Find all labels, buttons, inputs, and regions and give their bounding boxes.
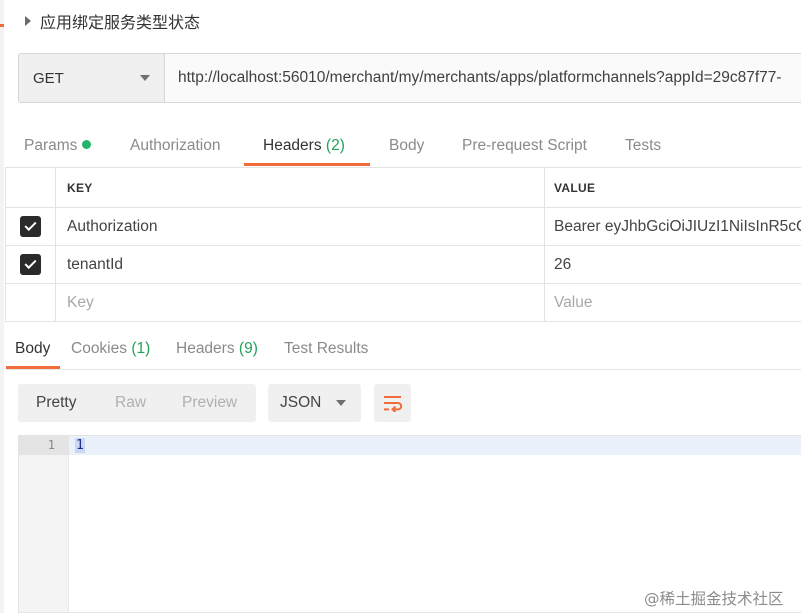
tab-body-label: Body — [389, 137, 425, 154]
method-select[interactable]: GET — [19, 54, 165, 102]
left-panel-edge — [0, 0, 4, 613]
tab-cookies[interactable]: Cookies (1) — [71, 330, 150, 370]
tab-response-body-label: Body — [15, 340, 51, 357]
status-dot-icon — [82, 140, 92, 149]
url-bar: GET http://localhost:56010/merchant/my/m… — [18, 53, 801, 103]
tab-body[interactable]: Body — [389, 128, 424, 166]
tab-cookies-count: (1) — [131, 340, 151, 357]
tab-response-headers-label: Headers — [176, 340, 235, 357]
table-row: Authorization Bearer eyJhbGciOiJIUzI1NiI… — [5, 208, 801, 246]
table-header-row: KEY VALUE — [5, 168, 801, 208]
active-line-highlight — [19, 436, 801, 455]
tab-headers[interactable]: Headers (2) — [263, 128, 345, 166]
request-tabs: Params Authorization Headers (2) Body Pr… — [0, 128, 801, 166]
table-row: tenantId 26 — [5, 246, 801, 284]
wrap-lines-icon — [383, 396, 402, 412]
tab-pre-request-script[interactable]: Pre-request Script — [462, 128, 587, 166]
tab-headers-label: Headers — [263, 137, 322, 154]
row-checkbox-cell — [5, 246, 56, 283]
editor-gutter — [19, 436, 69, 612]
line-number: 1 — [47, 438, 55, 452]
format-select[interactable]: JSON — [268, 384, 361, 422]
format-label: JSON — [280, 394, 322, 411]
tab-pre-request-script-label: Pre-request Script — [462, 137, 587, 154]
code-line: 1 — [75, 436, 85, 455]
tab-test-results-label: Test Results — [284, 340, 369, 357]
tab-authorization[interactable]: Authorization — [130, 128, 220, 166]
url-input[interactable]: http://localhost:56010/merchant/my/merch… — [165, 54, 782, 102]
row-checkbox-cell — [5, 284, 56, 321]
expand-caret-icon — [25, 16, 31, 26]
tab-response-body[interactable]: Body — [15, 330, 50, 370]
response-tabs-divider — [6, 369, 801, 370]
header-key-cell[interactable]: tenantId — [56, 246, 545, 283]
request-title-toggle[interactable]: 应用绑定服务类型状态 — [22, 8, 200, 34]
view-raw-button[interactable]: Raw — [115, 384, 146, 422]
view-pretty-button[interactable]: Pretty — [36, 384, 76, 422]
check-icon — [24, 218, 37, 232]
wrap-lines-button[interactable] — [374, 384, 411, 422]
tab-params-label: Params — [24, 137, 78, 154]
check-icon — [24, 256, 37, 270]
request-title: 应用绑定服务类型状态 — [40, 13, 201, 32]
column-header-key: KEY — [56, 168, 545, 207]
view-mode-group: Pretty Raw Preview — [18, 384, 256, 422]
headers-table: KEY VALUE Authorization Bearer eyJhbGciO… — [5, 167, 801, 322]
dropdown-arrow-icon — [336, 400, 346, 406]
tab-headers-count: (2) — [325, 137, 345, 154]
selected-text: 1 — [75, 438, 85, 453]
new-key-input[interactable]: Key — [56, 284, 545, 321]
row-checkbox[interactable] — [20, 216, 41, 237]
active-tab-indicator — [244, 163, 370, 166]
column-header-value: VALUE — [554, 180, 596, 195]
tab-tests[interactable]: Tests — [625, 128, 661, 166]
tab-response-headers[interactable]: Headers (9) — [176, 330, 258, 370]
header-value-cell[interactable]: 26 — [545, 246, 801, 283]
header-key-cell[interactable]: Authorization — [56, 208, 545, 245]
left-panel-accent — [0, 24, 4, 27]
header-checkbox-cell — [5, 168, 56, 207]
table-row-new: Key Value — [5, 284, 801, 322]
tab-test-results[interactable]: Test Results — [284, 330, 368, 370]
method-label: GET — [33, 69, 64, 87]
view-preview-button[interactable]: Preview — [182, 384, 237, 422]
new-value-input[interactable]: Value — [545, 284, 801, 321]
watermark: @稀土掘金技术社区 — [644, 590, 784, 608]
tab-response-headers-count: (9) — [238, 340, 258, 357]
tab-authorization-label: Authorization — [130, 137, 221, 154]
response-tabs: Body Cookies (1) Headers (9) Test Result… — [0, 330, 801, 370]
header-value-cell[interactable]: Bearer eyJhbGciOiJIUzI1NiIsInR5cCI6 — [545, 208, 801, 245]
row-checkbox[interactable] — [20, 254, 41, 275]
tab-tests-label: Tests — [625, 137, 662, 154]
row-checkbox-cell — [5, 208, 56, 245]
tab-cookies-label: Cookies — [71, 340, 127, 357]
dropdown-arrow-icon — [140, 75, 150, 81]
tab-params[interactable]: Params — [24, 128, 92, 166]
